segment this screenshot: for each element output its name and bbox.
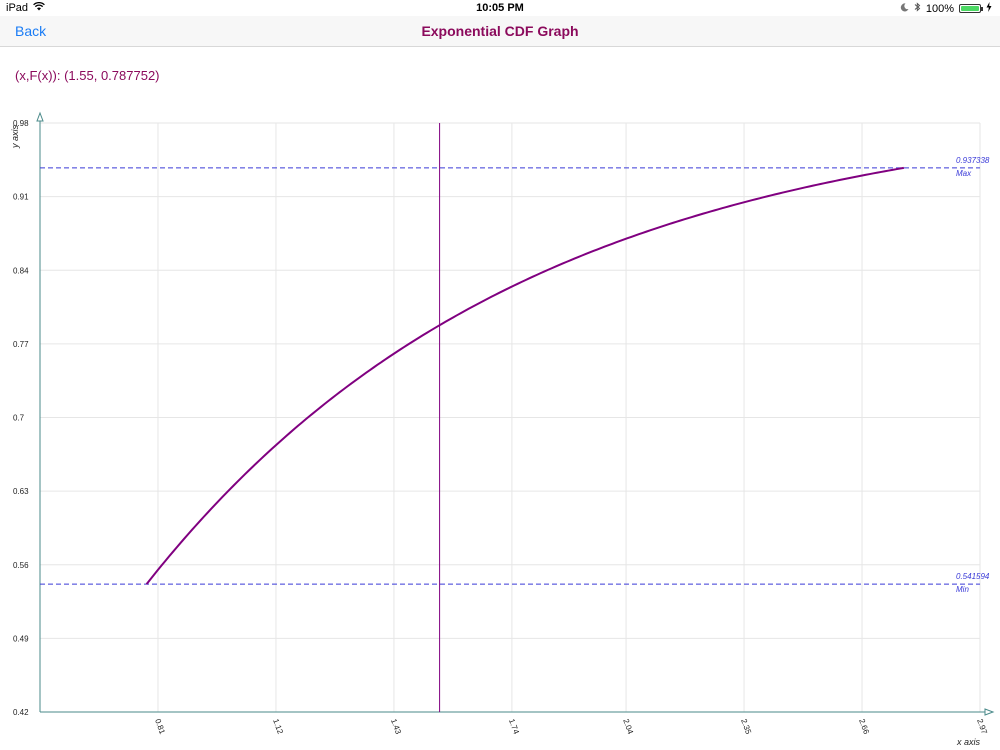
reference-label-max: Max	[956, 169, 972, 178]
y-tick-label: 0.56	[13, 561, 29, 570]
x-tick-label: 2.04	[621, 718, 635, 736]
x-tick-label: 1.43	[389, 718, 403, 736]
y-tick-label: 0.63	[13, 487, 29, 496]
x-tick-label: 1.74	[507, 718, 521, 736]
y-tick-label: 0.7	[13, 414, 25, 423]
x-axis-arrow-icon	[984, 708, 995, 716]
x-tick-label: 2.66	[857, 718, 871, 736]
y-tick-label: 0.84	[13, 266, 29, 275]
reference-value-max: 0.937338	[956, 156, 990, 165]
x-axis-title: x axis	[956, 737, 981, 747]
x-tick-label: 0.81	[153, 718, 167, 736]
y-tick-label: 0.91	[13, 193, 29, 202]
reference-value-min: 0.541594	[956, 572, 990, 581]
cdf-series-line	[145, 166, 905, 585]
y-tick-label: 0.49	[13, 634, 29, 643]
x-tick-label: 2.97	[975, 718, 989, 736]
y-axis-title: y axis	[10, 124, 20, 149]
x-tick-label: 1.12	[271, 718, 285, 736]
y-tick-label: 0.42	[13, 708, 29, 717]
cdf-chart[interactable]: 0.420.490.560.630.70.770.840.910.980.81 1…	[0, 0, 1000, 750]
y-axis-arrow-icon	[36, 111, 44, 122]
reference-label-min: Min	[956, 585, 969, 594]
x-tick-label: 2.35	[739, 718, 753, 736]
y-tick-label: 0.77	[13, 340, 29, 349]
